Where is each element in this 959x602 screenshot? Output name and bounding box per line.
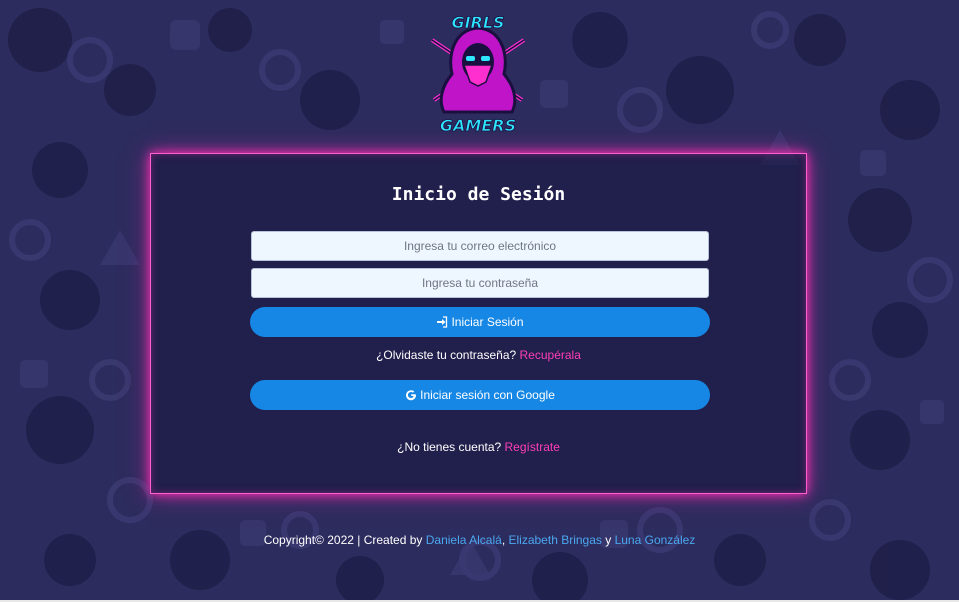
no-account-prompt: ¿No tienes cuenta? <box>397 440 502 454</box>
footer: Copyright© 2022 | Created by Daniela Alc… <box>0 533 959 547</box>
google-login-button[interactable]: Iniciar sesión con Google <box>250 380 710 410</box>
login-card: Inicio de Sesión Iniciar Sesión ¿Olvidas… <box>150 153 807 494</box>
email-field[interactable] <box>251 231 709 261</box>
author-link-1[interactable]: Daniela Alcalá <box>426 533 502 547</box>
author-link-2[interactable]: Elizabeth Bringas <box>509 533 602 547</box>
google-icon <box>405 389 417 401</box>
girls-gamers-logo: GIRLS GAMERS <box>430 13 526 135</box>
register-link[interactable]: Regístrate <box>505 440 560 454</box>
forgot-password-row: ¿Olvidaste tu contraseña? Recupérala <box>151 348 806 362</box>
logo-top-text: GIRLS <box>451 13 504 32</box>
login-title: Inicio de Sesión <box>391 184 566 205</box>
password-field[interactable] <box>251 268 709 298</box>
login-button-label: Iniciar Sesión <box>451 315 524 329</box>
author-separator: , <box>501 533 506 547</box>
author-link-3[interactable]: Luna González <box>615 533 696 547</box>
recover-password-link[interactable]: Recupérala <box>520 348 581 362</box>
logo-bottom-text: GAMERS <box>440 116 516 135</box>
copyright-text: Copyright© 2022 | Created by <box>263 533 423 547</box>
sign-in-icon <box>436 316 448 328</box>
google-login-label: Iniciar sesión con Google <box>420 388 555 402</box>
author-conjunction: y <box>605 533 612 547</box>
register-row: ¿No tienes cuenta? Regístrate <box>151 440 806 454</box>
forgot-password-prompt: ¿Olvidaste tu contraseña? <box>376 348 517 362</box>
login-button[interactable]: Iniciar Sesión <box>250 307 710 337</box>
